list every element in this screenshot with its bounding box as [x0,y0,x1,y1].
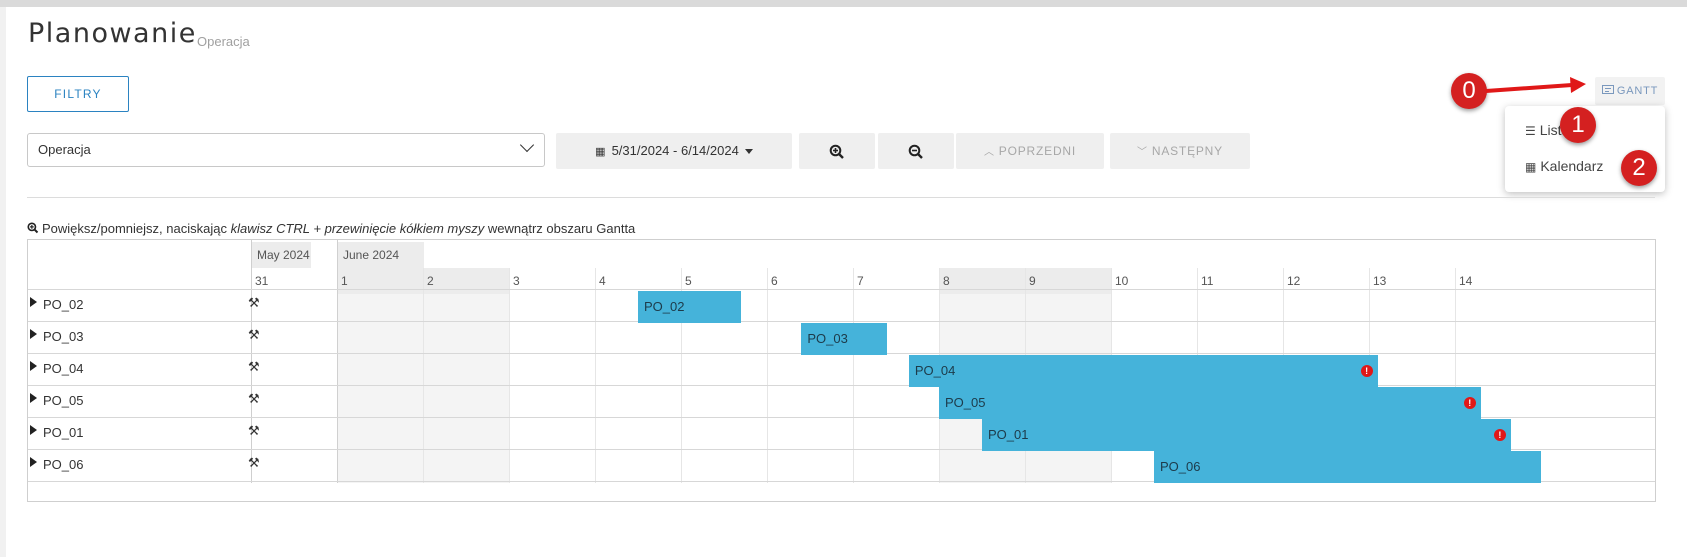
task-bar-label: PO_02 [644,299,685,314]
task-bar-label: PO_05 [945,395,986,410]
day-header: 13 [1373,274,1387,288]
menu-item-kalendarz-label: Kalendarz [1540,158,1604,174]
weekend-column [337,289,423,483]
day-header: 7 [857,274,864,288]
toolbar-divider [27,197,1655,198]
warning-icon[interactable]: ! [1463,397,1476,409]
magic-wand-icon[interactable]: ⚒ [248,391,260,407]
chevron-down-icon [519,137,535,153]
row-name: PO_04 [43,361,84,376]
task-bar[interactable]: PO_05! [939,387,1481,419]
expand-triangle-icon[interactable] [30,393,37,403]
day-header: 31 [255,274,269,288]
day-divider [595,268,596,483]
weekend-column [423,289,509,483]
day-header: 8 [939,268,1025,294]
warning-icon[interactable]: ! [1360,365,1373,377]
menu-item-kalendarz[interactable]: ▦ Kalendarz [1525,158,1603,174]
task-bar[interactable]: PO_04! [908,355,1378,387]
page-title: Planowanie [28,18,197,49]
date-range-label: 5/31/2024 - 6/14/2024 [611,143,739,158]
zoom-out-button[interactable] [878,133,954,169]
magic-wand-icon[interactable]: ⚒ [248,423,260,439]
expand-triangle-icon[interactable] [30,425,37,435]
task-bar[interactable]: PO_01! [982,419,1511,451]
magic-wand-icon[interactable]: ⚒ [248,327,260,343]
page-subtitle: Operacja [197,34,250,49]
header-divider [28,289,1655,290]
list-icon: ☰ [1525,124,1536,138]
day-divider [509,268,510,483]
day-divider [337,240,338,483]
zoom-hint-text-italic: klawisz CTRL + przewinięcie kółkiem mysz… [230,221,485,236]
chevron-down-small-icon: ﹀ [1137,147,1148,158]
calendar-small-icon: ▦ [595,146,606,158]
task-bar[interactable]: PO_06 [1154,451,1541,483]
row-divider [28,385,1655,386]
day-header: 3 [513,274,520,288]
day-header: 6 [771,274,778,288]
calendar-icon: ▦ [1525,160,1537,174]
day-divider [767,268,768,483]
day-header: 12 [1287,274,1301,288]
day-header: 9 [1025,268,1111,294]
day-header: 11 [1201,274,1214,288]
zoom-hint-text-after: wewnątrz obszaru Gantta [484,221,636,236]
magic-wand-icon[interactable]: ⚒ [248,455,260,471]
view-gantt-label: GANTT [1616,85,1659,97]
task-bar-label: PO_03 [807,331,848,346]
zoom-out-icon [908,144,923,159]
view-gantt-button[interactable]: GANTT [1595,77,1665,105]
gantt-icon [1601,85,1614,94]
expand-triangle-icon[interactable] [30,457,37,467]
filters-button[interactable]: FILTRY [27,76,129,112]
task-bar-label: PO_04 [914,363,956,378]
expand-triangle-icon[interactable] [30,329,37,339]
zoom-in-button[interactable] [799,133,875,169]
day-divider [423,268,424,483]
task-bar-label: PO_01 [988,427,1029,442]
day-header: 14 [1459,274,1473,288]
row-name: PO_01 [43,425,84,440]
zoom-hint-icon [27,222,39,234]
date-range-picker[interactable]: ▦ 5/31/2024 - 6/14/2024 [556,133,792,169]
row-name: PO_03 [43,329,84,344]
next-label: NASTĘPNY [1151,144,1223,158]
previous-button[interactable]: ︿ POPRZEDNI [956,133,1104,169]
zoom-in-icon [829,144,844,159]
caret-down-icon [744,149,753,155]
zoom-hint-text-before: Powiększ/pomniejsz, naciskając [42,221,231,236]
annotation-badge-0: 0 [1451,73,1487,109]
annotation-badge-1: 1 [1560,107,1596,143]
row-name: PO_05 [43,393,84,408]
annotation-badge-2: 2 [1621,150,1657,186]
previous-label: POPRZEDNI [998,144,1077,158]
magic-wand-icon[interactable]: ⚒ [248,295,260,311]
day-header: 2 [423,268,509,294]
day-header: 1 [337,268,423,294]
row-name: PO_02 [43,297,84,312]
task-bar[interactable]: PO_03 [801,323,888,355]
task-bar-label: PO_06 [1160,459,1201,474]
expand-triangle-icon[interactable] [30,297,37,307]
warning-icon[interactable]: ! [1493,429,1506,441]
operation-select[interactable]: Operacja [27,133,545,167]
month-header: June 2024 [338,242,424,268]
top-strip [0,0,1687,7]
row-name: PO_06 [43,457,84,472]
month-header: May 2024 [252,242,311,268]
magic-wand-icon[interactable]: ⚒ [248,359,260,375]
next-button[interactable]: ﹀ NASTĘPNY [1110,133,1250,169]
day-header: 10 [1115,274,1129,288]
expand-triangle-icon[interactable] [30,361,37,371]
day-divider [853,268,854,483]
zoom-hint: Powiększ/pomniejsz, naciskając klawisz C… [27,221,635,236]
chevron-up-icon: ︿ [983,147,995,158]
gantt-chart[interactable]: May 2024 June 2024 31 1 2 3 4 5 6 7 8 9 10 11 12 13 14 PO… [27,239,1656,502]
task-bar[interactable]: PO_02 [638,291,742,323]
row-divider [28,321,1655,322]
operation-select-value: Operacja [38,142,91,157]
